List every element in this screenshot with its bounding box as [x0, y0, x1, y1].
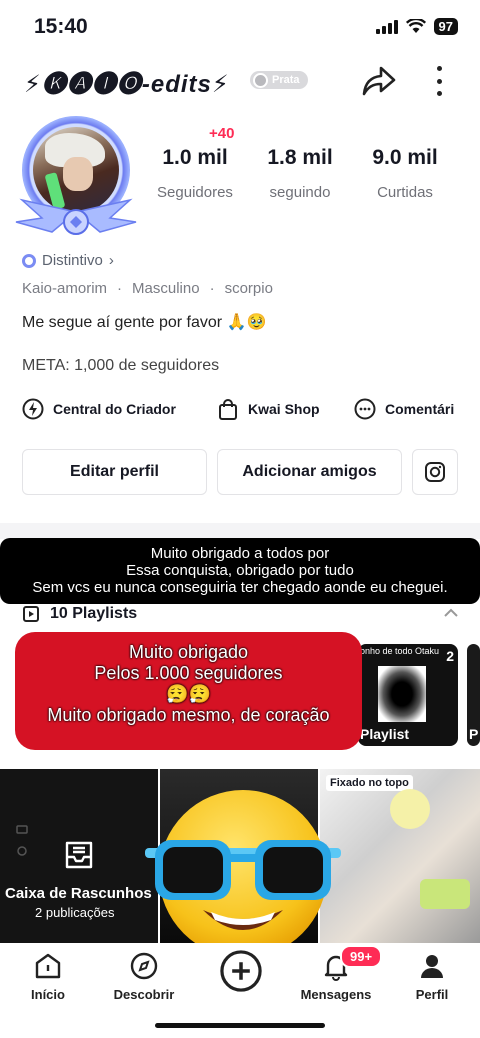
share-icon[interactable] — [360, 62, 398, 100]
badge-label: Distintivo — [42, 252, 103, 269]
more-options-icon[interactable] — [428, 66, 450, 96]
playlist-card-label: P — [469, 726, 479, 742]
creator-center-button[interactable]: Central do Criador — [22, 398, 176, 420]
nav-profile[interactable]: Perfil — [410, 951, 454, 1002]
playlist-cover — [378, 666, 426, 722]
profile-bio: Me segue aí gente por favor 🙏🥹 — [22, 314, 267, 331]
playlists-label: 10 Playlists — [50, 605, 138, 622]
video-caption-overlay: Muito obrigado a todos por Essa conquist… — [0, 538, 480, 604]
chevron-right-icon: › — [108, 252, 114, 269]
drafts-count: 2 publicações — [35, 905, 115, 920]
playlist-card[interactable]: P — [467, 644, 480, 746]
section-divider — [0, 523, 480, 539]
caption-line: Muito obrigado mesmo, de coração — [47, 705, 330, 725]
caption-line: Muito obrigado a todos por — [150, 545, 330, 562]
caption-line: Pelos 1.000 seguidores — [94, 663, 283, 683]
profile-goal: META: 1,000 de seguidores — [22, 357, 220, 374]
thumbnail-shape — [390, 789, 430, 829]
record-icon — [17, 846, 27, 856]
kwai-shop-button[interactable]: Kwai Shop — [217, 398, 320, 420]
nav-profile-label: Perfil — [415, 987, 449, 1002]
nav-home[interactable]: Início — [28, 951, 68, 1002]
drafts-title: Caixa de Rascunhos — [5, 885, 152, 902]
signal-icon — [375, 19, 398, 34]
create-plus-icon — [220, 950, 262, 992]
stat-following-label: seguindo — [269, 184, 331, 201]
creator-center-label: Central do Criador — [53, 401, 176, 417]
kwai-shop-label: Kwai Shop — [248, 401, 320, 417]
messages-badge: 99+ — [340, 945, 383, 968]
badge-icon — [22, 253, 36, 268]
stat-followers-value: 1.0 mil — [162, 146, 228, 169]
stat-followers-label: Seguidores — [157, 184, 233, 201]
instagram-button[interactable] — [412, 449, 458, 495]
profile-username: ⚡🅚🅐🅘🅞-edits⚡ — [24, 71, 230, 98]
nav-discover-label: Descobrir — [113, 987, 175, 1002]
stat-following-value: 1.8 mil — [267, 146, 333, 169]
nav-home-label: Início — [31, 987, 65, 1002]
nav-messages-label: Mensagens — [300, 987, 372, 1002]
profile-gender: Masculino — [132, 280, 200, 297]
avatar-frame-wings — [15, 198, 137, 235]
avatar[interactable] — [12, 112, 140, 238]
comment-icon — [354, 398, 376, 420]
wifi-icon — [405, 19, 426, 33]
level-badge[interactable]: Prata — [250, 71, 308, 89]
level-badge-icon — [253, 73, 268, 88]
nav-discover[interactable]: Descobrir — [108, 951, 180, 1002]
caption-line: Muito obrigado — [128, 642, 249, 662]
shopping-bag-icon — [219, 399, 237, 420]
comments-button[interactable]: Comentári — [354, 398, 454, 420]
caption-line: Essa conquista, obrigado por tudo — [126, 562, 354, 579]
playlist-card-count: 2 — [446, 648, 454, 664]
comments-label: Comentári — [385, 401, 455, 417]
stat-followers[interactable]: 1.0 mil Seguidores — [150, 146, 240, 201]
sunglasses-emoji-sticker — [145, 790, 341, 958]
stat-likes-value: 9.0 mil — [372, 146, 438, 169]
playlists-header[interactable]: 10 Playlists — [22, 605, 137, 623]
badge-link[interactable]: Distintivo › — [22, 252, 114, 269]
stat-likes[interactable]: 9.0 mil Curtidas — [358, 146, 452, 201]
edit-profile-button[interactable]: Editar perfil — [22, 449, 207, 495]
stat-following[interactable]: 1.8 mil seguindo — [255, 146, 345, 201]
drafts-tile[interactable]: Caixa de Rascunhos 2 publicações — [0, 769, 158, 943]
profile-sign: scorpio — [224, 280, 273, 297]
status-time: 15:40 — [34, 15, 88, 38]
playlist-icon — [23, 606, 39, 622]
chevron-up-icon[interactable] — [442, 604, 460, 622]
caption-emoji: 😮‍💨😮‍💨 — [166, 684, 211, 704]
compass-icon — [130, 952, 158, 980]
add-friends-button[interactable]: Adicionar amigos — [217, 449, 402, 495]
drafts-inbox-icon — [65, 841, 93, 869]
home-icon — [35, 953, 61, 979]
edit-profile-label: Editar perfil — [70, 463, 159, 480]
profile-name: Kaio-amorim — [22, 280, 108, 297]
profile-details: Kaio-amorim · Masculino · scorpio — [22, 280, 273, 297]
camera-icon — [16, 825, 28, 834]
playlist-card[interactable]: onho de todo Otaku 2 Playlist — [358, 644, 458, 746]
nav-create[interactable] — [218, 949, 264, 999]
lightning-circle-icon — [22, 398, 44, 420]
pinned-video-thumbnail[interactable]: Fixado no topo — [320, 769, 480, 943]
thumbnail-shape — [420, 879, 470, 909]
home-indicator — [155, 1023, 325, 1028]
battery-indicator: 97 — [433, 18, 458, 35]
level-badge-label: Prata — [272, 74, 300, 86]
status-indicators: 97 — [375, 18, 458, 35]
playlist-card-label: Playlist — [360, 726, 410, 742]
profile-icon — [421, 955, 443, 978]
new-followers-badge: +40 — [207, 125, 237, 142]
stat-likes-label: Curtidas — [377, 184, 433, 201]
add-friends-label: Adicionar amigos — [242, 463, 377, 480]
instagram-icon — [425, 462, 445, 482]
thank-you-caption: Muito obrigado Pelos 1.000 seguidores 😮‍… — [15, 632, 362, 750]
caption-line: Sem vcs eu nunca conseguiria ter chegado… — [32, 579, 448, 596]
playlist-card-title: onho de todo Otaku — [360, 646, 440, 656]
